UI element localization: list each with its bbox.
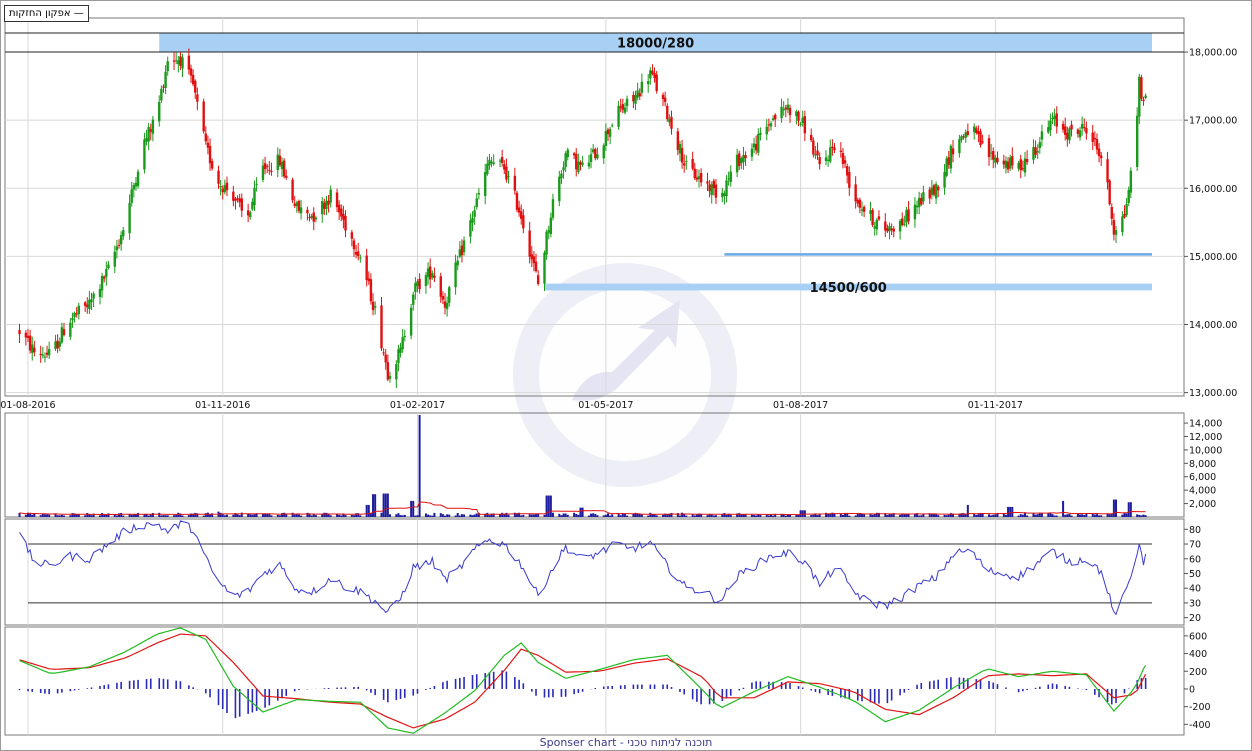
line-legend-icon: — bbox=[73, 8, 84, 19]
legend[interactable]: — אפקון החזקות bbox=[4, 5, 89, 22]
chart-frame bbox=[0, 0, 1252, 751]
footer-credit: Sponser chart - תוכנה לניתוח טכני bbox=[539, 736, 713, 749]
legend-label: אפקון החזקות bbox=[9, 8, 71, 19]
